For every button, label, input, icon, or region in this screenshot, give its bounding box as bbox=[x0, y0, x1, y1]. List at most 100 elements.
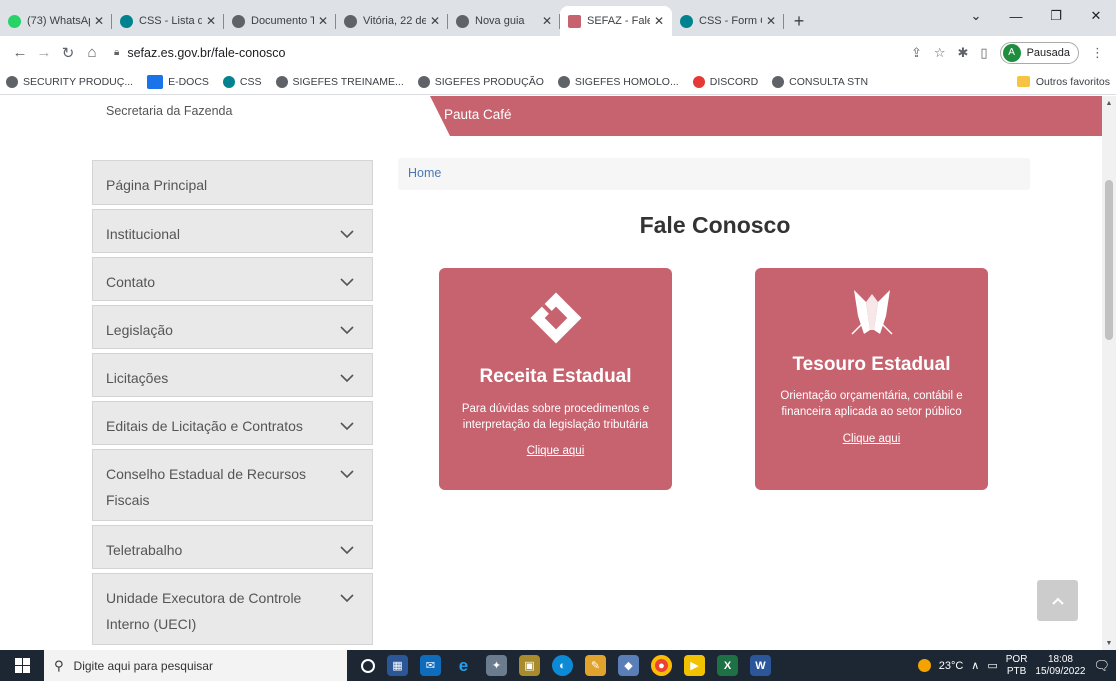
language-code: POR bbox=[1005, 653, 1028, 665]
edge-icon[interactable]: ◐ bbox=[552, 655, 573, 676]
new-tab-button[interactable]: + bbox=[784, 6, 814, 36]
close-tab-icon[interactable]: ✕ bbox=[430, 14, 440, 28]
app-icon[interactable]: W bbox=[750, 655, 771, 676]
url-text: sefaz.es.gov.br/fale-conosco bbox=[127, 45, 286, 60]
scroll-down-arrow-icon[interactable]: ▼ bbox=[1102, 636, 1116, 650]
excel-icon[interactable]: X bbox=[717, 655, 738, 676]
sidebar-item-label: Editais de Licitação e Contratos bbox=[106, 418, 303, 434]
card-tesouro-estadual[interactable]: Tesouro Estadual Orientação orçamentária… bbox=[755, 268, 988, 490]
sidebar-item-legislacao[interactable]: Legislação bbox=[92, 305, 373, 349]
sidebar-item-label: Teletrabalho bbox=[106, 542, 183, 558]
close-tab-icon[interactable]: ✕ bbox=[94, 14, 104, 28]
close-tab-icon[interactable]: ✕ bbox=[318, 14, 328, 28]
chrome-icon[interactable]: ● bbox=[651, 655, 672, 676]
bookmark-sigefes-producao[interactable]: SIGEFES PRODUÇÃO bbox=[417, 75, 544, 88]
sidebar-item-editais[interactable]: Editais de Licitação e Contratos bbox=[92, 401, 373, 445]
bookmark-sigefes-treinamento[interactable]: SIGEFES TREINAME... bbox=[275, 75, 404, 88]
share-icon[interactable]: ⇪ bbox=[911, 45, 922, 61]
network-icon[interactable]: ▭ bbox=[987, 659, 997, 672]
site-subtitle: Secretaria da Fazenda bbox=[106, 104, 233, 118]
bookmark-label: CSS bbox=[239, 75, 262, 88]
app-icon[interactable]: ▣ bbox=[519, 655, 540, 676]
cortana-icon[interactable] bbox=[361, 658, 375, 673]
tab-css-form[interactable]: CSS - Form Creat ✕ bbox=[672, 6, 784, 36]
app-icon[interactable]: ✎ bbox=[585, 655, 606, 676]
tab-vitoria[interactable]: Vitória, 22 de de ✕ bbox=[336, 6, 448, 36]
scrollbar-thumb[interactable] bbox=[1105, 180, 1113, 340]
weather-temperature[interactable]: 23°C bbox=[939, 660, 964, 672]
close-window-button[interactable]: ✕ bbox=[1076, 0, 1116, 32]
chevron-down-icon[interactable] bbox=[340, 543, 354, 557]
notifications-icon[interactable]: 🗨︎ bbox=[1093, 658, 1110, 674]
tab-whatsapp[interactable]: (73) WhatsApp ✕ bbox=[0, 6, 112, 36]
sidebar-item-pagina-principal[interactable]: Página Principal bbox=[92, 160, 373, 205]
tab-nova-guia[interactable]: Nova guia ✕ bbox=[448, 6, 560, 36]
card-link-clique-aqui[interactable]: Clique aqui bbox=[755, 433, 988, 445]
home-icon[interactable]: ⌂ bbox=[80, 44, 104, 61]
task-view-icon[interactable]: ▦ bbox=[387, 655, 408, 676]
weather-icon[interactable] bbox=[917, 659, 931, 672]
scroll-to-top-button[interactable] bbox=[1037, 580, 1078, 621]
tab-css-lista[interactable]: CSS - Lista de for ✕ bbox=[112, 6, 224, 36]
close-tab-icon[interactable]: ✕ bbox=[542, 14, 552, 28]
chevron-down-icon[interactable] bbox=[340, 227, 354, 241]
sidebar-item-institucional[interactable]: Institucional bbox=[92, 209, 373, 253]
app-icon[interactable]: ▶ bbox=[684, 655, 705, 676]
close-tab-icon[interactable]: ✕ bbox=[654, 14, 664, 28]
bookmark-css[interactable]: CSS bbox=[222, 75, 262, 88]
breadcrumb-home-link[interactable]: Home bbox=[408, 166, 441, 180]
page-scrollbar[interactable]: ▲ ▼ bbox=[1102, 96, 1116, 650]
taskbar-search-input[interactable]: ⚲ Digite aqui para pesquisar bbox=[44, 650, 347, 681]
star-icon[interactable]: ☆ bbox=[934, 45, 946, 61]
app-icon[interactable]: ✦ bbox=[486, 655, 507, 676]
chevron-down-icon[interactable] bbox=[340, 323, 354, 337]
card-link-clique-aqui[interactable]: Clique aqui bbox=[439, 445, 672, 457]
profile-button[interactable]: A Pausada bbox=[999, 41, 1079, 64]
url-input[interactable]: 🔒︎ sefaz.es.gov.br/fale-conosco bbox=[110, 40, 905, 66]
back-arrow-icon[interactable]: ← bbox=[8, 44, 32, 61]
sidebar-item-label: Conselho Estadual de Recursos Fiscais bbox=[106, 466, 307, 508]
tab-title: CSS - Lista de for bbox=[139, 15, 202, 27]
bookmark-edocs[interactable]: E-DOCS bbox=[147, 74, 209, 89]
mail-icon[interactable]: ✉ bbox=[420, 655, 441, 676]
bookmark-discord[interactable]: DISCORD bbox=[692, 75, 758, 88]
bookmark-label: E-DOCS bbox=[168, 75, 209, 88]
sidebar-item-label: Página Principal bbox=[106, 177, 208, 193]
tab-documento[interactable]: Documento Técn ✕ bbox=[224, 6, 336, 36]
sidebar-item-contato[interactable]: Contato bbox=[92, 257, 373, 301]
bookmark-security-producao[interactable]: SECURITY PRODUÇ... bbox=[6, 75, 133, 88]
sidebar-item-ueci[interactable]: Unidade Executora de Controle Interno (U… bbox=[92, 573, 373, 645]
bookmark-sigefes-homologacao[interactable]: SIGEFES HOMOLO... bbox=[557, 75, 679, 88]
chevron-down-icon[interactable] bbox=[340, 467, 354, 481]
language-indicator[interactable]: POR PTB bbox=[1006, 654, 1028, 678]
extensions-icon[interactable]: ✱ bbox=[958, 45, 969, 61]
minimize-button[interactable]: — bbox=[996, 0, 1036, 32]
tray-expand-icon[interactable]: ∧ bbox=[971, 659, 979, 672]
scroll-up-arrow-icon[interactable]: ▲ bbox=[1102, 96, 1116, 110]
lock-icon[interactable]: 🔒︎ bbox=[114, 47, 119, 58]
clock[interactable]: 18:08 15/09/2022 bbox=[1035, 654, 1085, 678]
bookmark-consulta-stn[interactable]: CONSULTA STN bbox=[772, 75, 868, 88]
sidebar-item-licitacoes[interactable]: Licitações bbox=[92, 353, 373, 397]
internet-explorer-icon[interactable]: e bbox=[453, 655, 474, 676]
app-icon[interactable]: ◆ bbox=[618, 655, 639, 676]
close-tab-icon[interactable]: ✕ bbox=[206, 14, 216, 28]
banner-link-pauta-cafe[interactable]: Pauta Café bbox=[444, 107, 512, 122]
other-bookmarks[interactable]: Outros favoritos bbox=[1016, 76, 1110, 88]
card-receita-estadual[interactable]: Receita Estadual Para dúvidas sobre proc… bbox=[439, 268, 672, 490]
chevron-down-icon[interactable] bbox=[340, 371, 354, 385]
chevron-down-icon[interactable] bbox=[340, 591, 354, 605]
sidebar-item-conselho[interactable]: Conselho Estadual de Recursos Fiscais bbox=[92, 449, 373, 521]
tab-search-icon[interactable]: ⌄ bbox=[956, 0, 996, 32]
sidebar-item-teletrabalho[interactable]: Teletrabalho bbox=[92, 525, 373, 569]
chevron-down-icon[interactable] bbox=[340, 419, 354, 433]
close-tab-icon[interactable]: ✕ bbox=[766, 14, 776, 28]
chevron-down-icon[interactable] bbox=[340, 275, 354, 289]
sidebar-toggle-icon[interactable]: ▯ bbox=[980, 45, 987, 61]
tab-sefaz-fale-conosco[interactable]: SEFAZ - Fale Con ✕ bbox=[560, 6, 672, 36]
restore-button[interactable]: ❐ bbox=[1036, 0, 1076, 32]
windows-start-button[interactable] bbox=[0, 658, 44, 673]
reload-icon[interactable]: ↻ bbox=[56, 44, 80, 62]
more-menu-icon[interactable]: ⋮ bbox=[1091, 45, 1104, 61]
forward-arrow-icon[interactable]: → bbox=[32, 44, 56, 61]
